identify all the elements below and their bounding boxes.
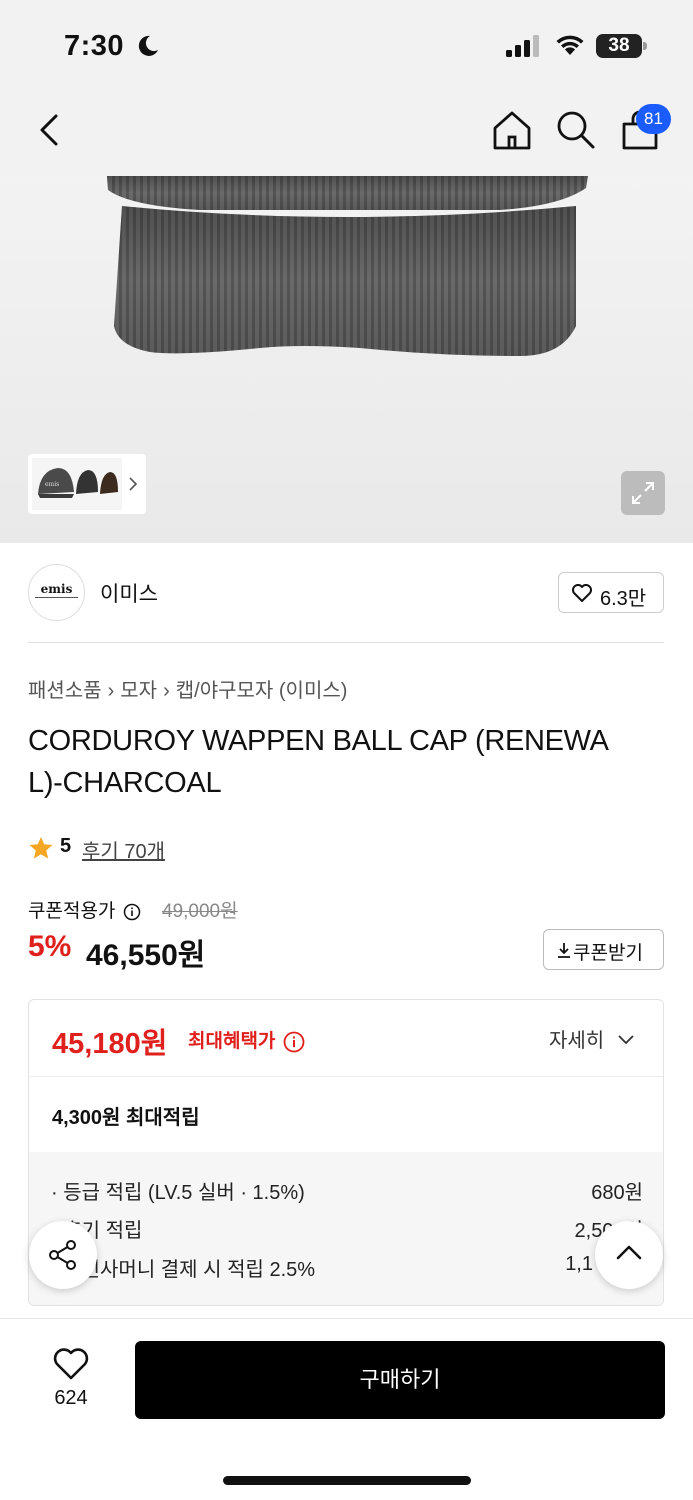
buy-button[interactable]: 구매하기: [135, 1341, 665, 1419]
signal-icon: [506, 35, 539, 57]
home-icon: [493, 111, 531, 150]
info-icon[interactable]: [123, 903, 141, 921]
divider: [28, 642, 664, 643]
status-bar: 7:30 38: [0, 0, 693, 92]
detail-toggle-button[interactable]: 자세히: [549, 1024, 636, 1053]
thumbnail-logo: emis: [45, 481, 59, 488]
expand-icon: [632, 482, 654, 504]
breadcrumb-item[interactable]: 패션소품: [28, 680, 102, 702]
expand-image-button[interactable]: [621, 471, 665, 515]
status-time: 7:30: [64, 30, 125, 62]
thumbnail-strip[interactable]: emis: [28, 454, 146, 514]
points-breakdown: · 등급 적립 (LV.5 실버 · 1.5%) 680원 · 후기 적립 2,…: [29, 1152, 663, 1305]
breadcrumb-item[interactable]: 캡/야구모자 (이미스): [176, 680, 348, 702]
wifi-icon: [556, 35, 584, 55]
rating-score: 5: [60, 835, 72, 857]
chevron-down-icon: [618, 1035, 634, 1045]
download-icon: [558, 943, 570, 958]
home-indicator: [223, 1476, 471, 1485]
home-button[interactable]: [490, 108, 534, 152]
search-button[interactable]: [554, 108, 598, 152]
max-benefit-price: 45,180원: [52, 1028, 168, 1060]
chevron-up-icon: [616, 1245, 642, 1260]
original-price: 49,000원: [162, 901, 238, 922]
battery-level: 38: [608, 35, 630, 56]
top-area: 7:30 38 81 emis: [0, 0, 693, 543]
chevron-right-icon: ›: [163, 680, 170, 702]
brand-row: emis 이미스 6.3만: [0, 560, 693, 630]
product-title: CORDUROY WAPPEN BALL CAP (RENEWA L)-CHAR…: [28, 725, 609, 799]
heart-icon: [572, 584, 592, 602]
review-count-link[interactable]: 후기 70개: [82, 835, 165, 864]
max-points: 4,300원 최대적립: [52, 1107, 200, 1129]
star-icon: [29, 837, 53, 859]
chevron-right-icon: ›: [107, 680, 115, 702]
back-button[interactable]: [32, 110, 68, 150]
sale-price: 46,550원: [86, 939, 206, 972]
battery-icon: 38: [596, 34, 648, 58]
discount-rate: 5%: [28, 930, 72, 963]
breadcrumb: 패션소품 › 모자 › 캡/야구모자 (이미스): [28, 674, 347, 703]
breadcrumb-item[interactable]: 모자: [120, 680, 157, 702]
chevron-left-icon: [40, 114, 58, 146]
brand-like-button[interactable]: 6.3만: [558, 572, 664, 613]
coupon-download-button[interactable]: 쿠폰받기: [543, 929, 664, 970]
nav-bar: [0, 92, 693, 176]
heart-icon: [53, 1348, 89, 1380]
share-icon: [49, 1240, 76, 1270]
wishlist-count: 624: [54, 1387, 88, 1409]
info-icon[interactable]: [283, 1031, 305, 1053]
brand-name[interactable]: 이미스: [100, 578, 158, 608]
search-icon: [557, 111, 595, 149]
brand-like-count: 6.3만: [600, 588, 647, 610]
bottom-bar: 624 구매하기: [0, 1318, 693, 1500]
benefit-card: 45,180원 최대혜택가 자세히 4,300원 최대적립 · 등급 적립 (L…: [28, 999, 664, 1306]
thumbnail-caps: emis: [32, 458, 138, 510]
scroll-top-button[interactable]: [595, 1221, 663, 1289]
moon-icon: [138, 35, 158, 56]
wishlist-button[interactable]: 624: [40, 1347, 102, 1417]
coupon-price-label: 쿠폰적용가: [28, 896, 141, 923]
brand-logo[interactable]: emis: [28, 564, 85, 621]
cart-count-badge: 81: [636, 104, 671, 134]
share-button[interactable]: [29, 1221, 97, 1289]
max-benefit-label: 최대혜택가: [188, 1026, 305, 1053]
